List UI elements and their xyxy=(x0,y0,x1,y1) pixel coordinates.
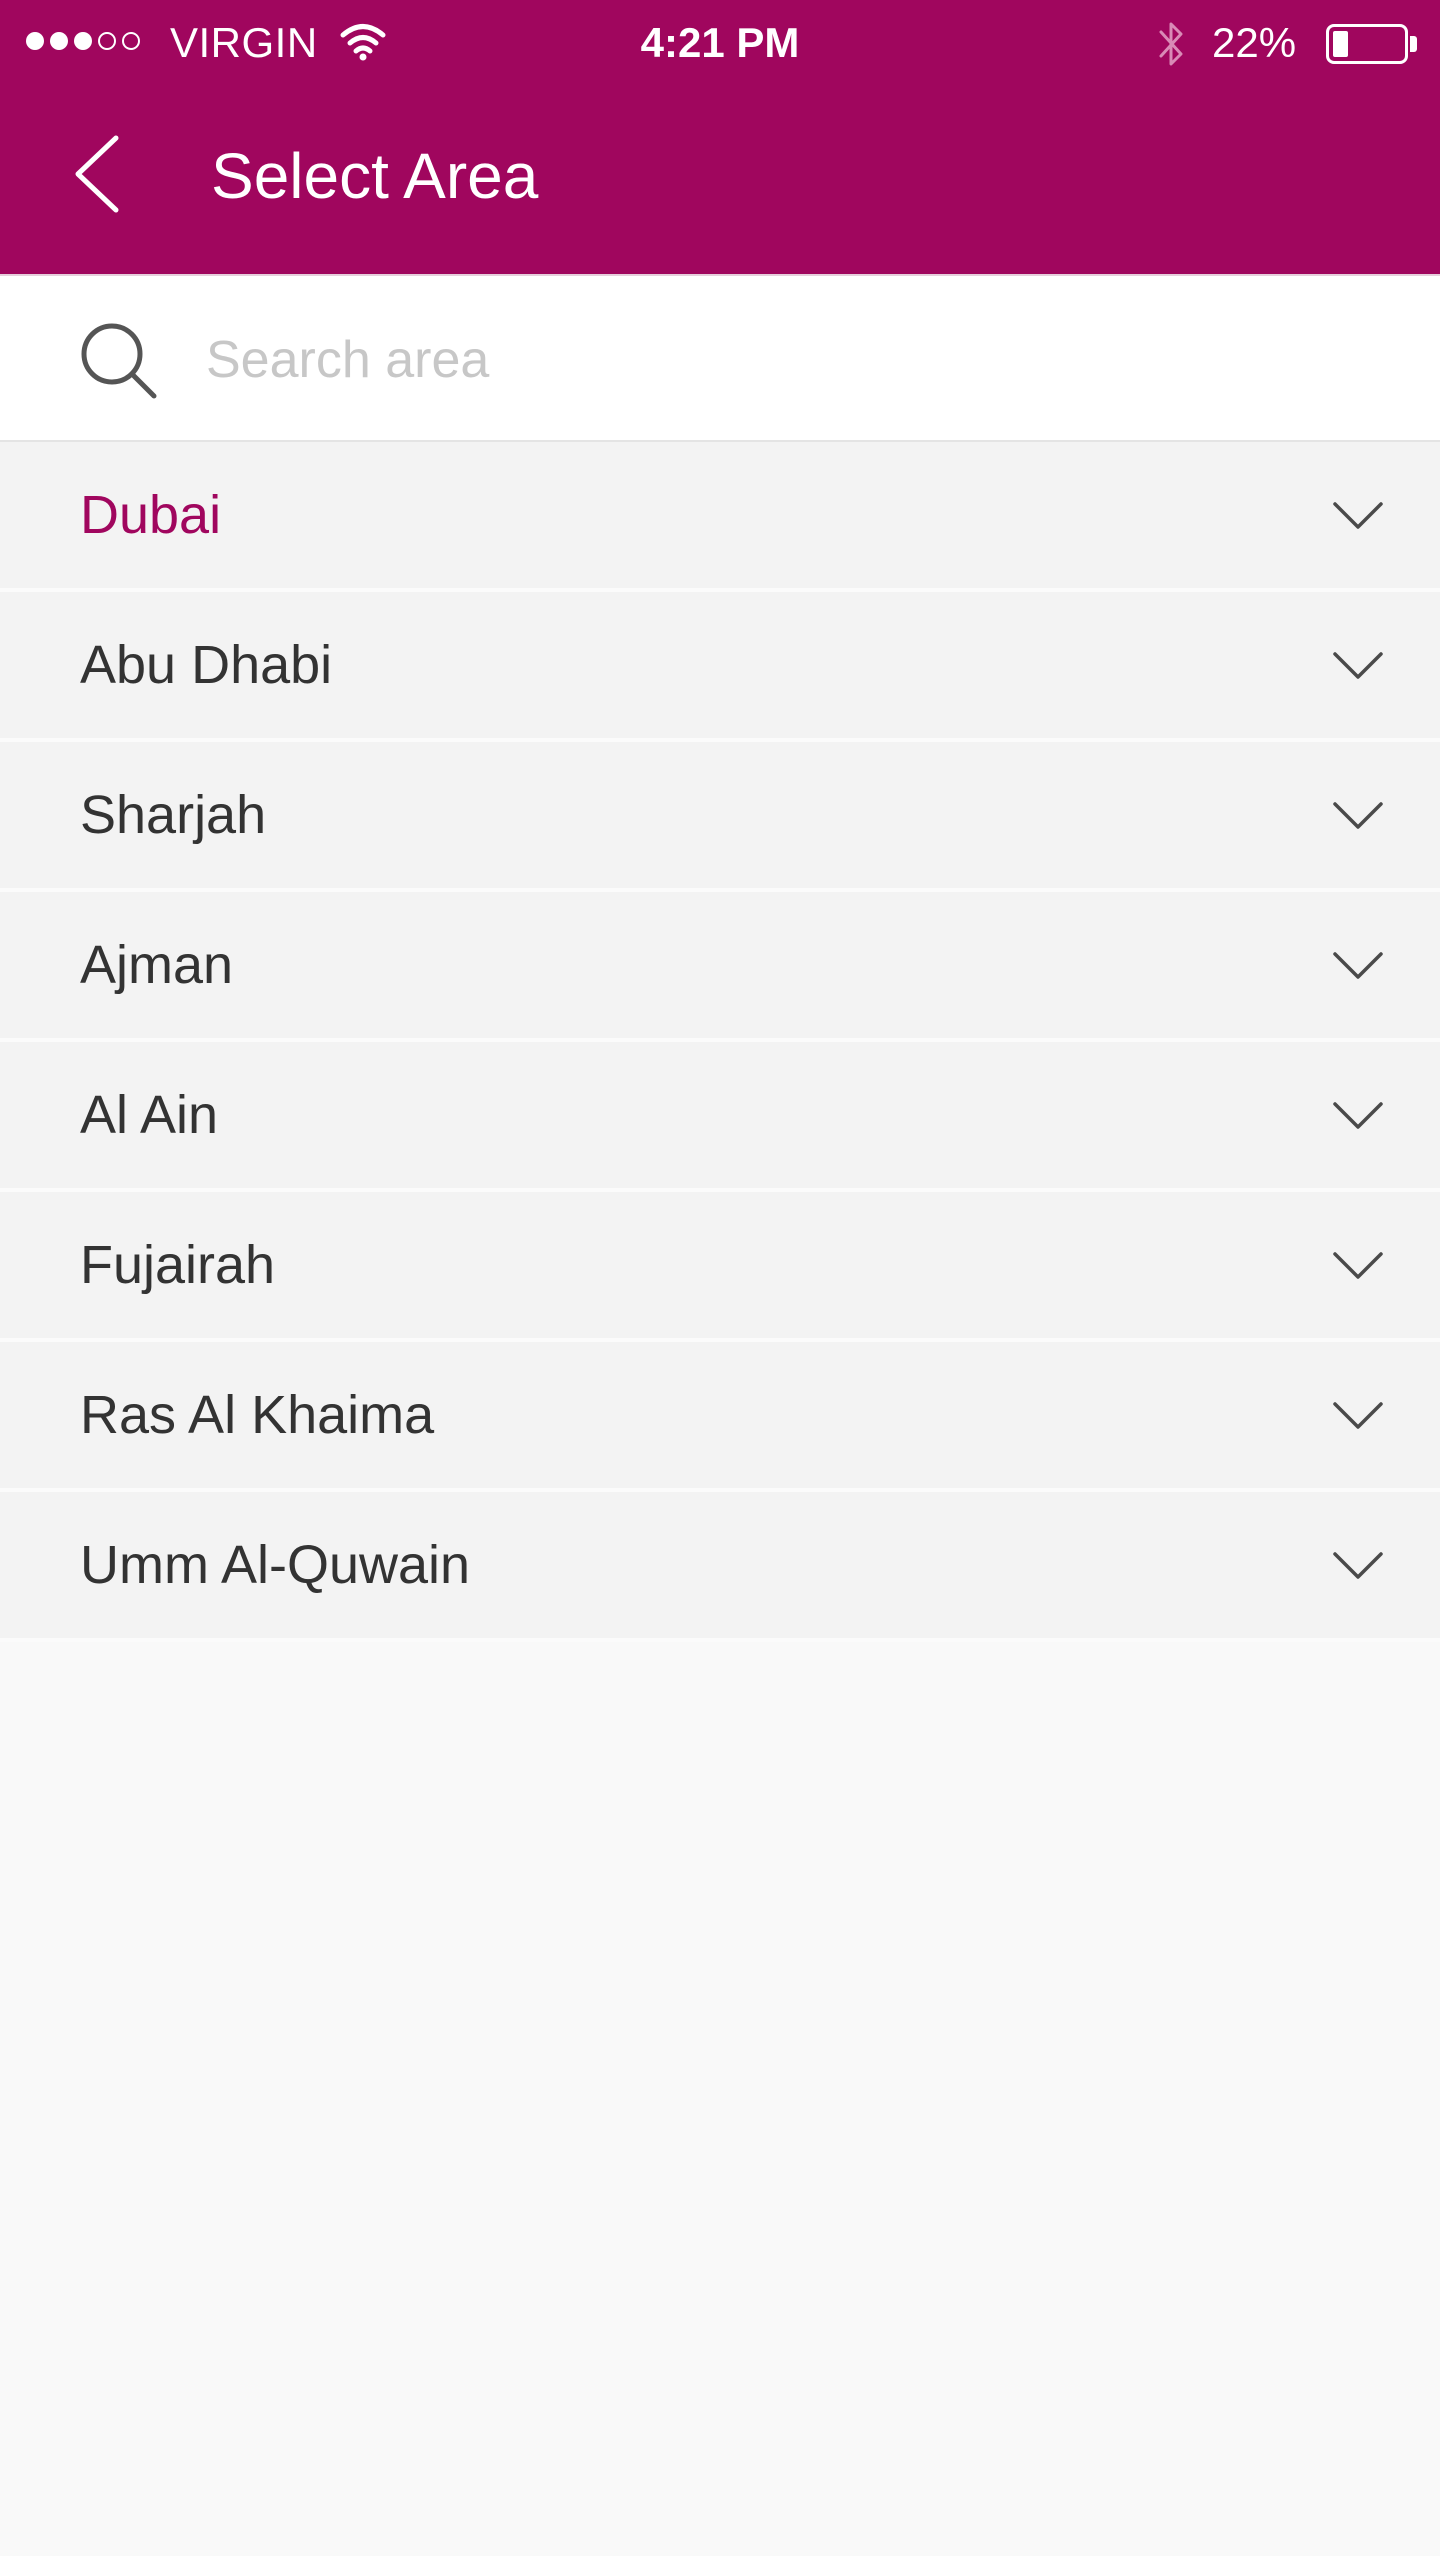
area-row-abu-dhabi[interactable]: Abu Dhabi xyxy=(0,592,1440,742)
area-label: Ajman xyxy=(80,935,234,995)
bluetooth-icon xyxy=(1159,22,1183,66)
chevron-down-icon[interactable] xyxy=(1330,492,1386,538)
area-label: Fujairah xyxy=(80,1235,276,1295)
area-label: Al Ain xyxy=(80,1085,219,1145)
app-header: VIRGIN 4:21 PM 22% Select Area xyxy=(0,0,1440,274)
area-label: Umm Al-Quwain xyxy=(80,1535,471,1595)
battery-tip xyxy=(1410,36,1417,52)
chevron-down-icon[interactable] xyxy=(1330,1542,1386,1588)
battery-icon xyxy=(1326,24,1408,64)
page-title: Select Area xyxy=(211,140,539,212)
area-list: Dubai Abu Dhabi Sharjah Ajman Al Ain Fujairah… xyxy=(0,442,1440,1642)
battery-percentage: 22% xyxy=(1212,19,1297,66)
search-bar xyxy=(0,274,1440,442)
area-label: Dubai xyxy=(80,485,222,545)
area-row-ajman[interactable]: Ajman xyxy=(0,892,1440,1042)
area-row-dubai[interactable]: Dubai xyxy=(0,442,1440,592)
area-label: Sharjah xyxy=(80,785,267,845)
battery-fill xyxy=(1333,31,1348,57)
area-row-ras-al-khaima[interactable]: Ras Al Khaima xyxy=(0,1342,1440,1492)
chevron-down-icon[interactable] xyxy=(1330,642,1386,688)
area-row-fujairah[interactable]: Fujairah xyxy=(0,1192,1440,1342)
status-bar: VIRGIN 4:21 PM 22% xyxy=(0,0,1440,86)
area-label: Ras Al Khaima xyxy=(80,1385,435,1445)
area-row-sharjah[interactable]: Sharjah xyxy=(0,742,1440,892)
search-input[interactable] xyxy=(206,316,1386,404)
area-row-umm-al-quwain[interactable]: Umm Al-Quwain xyxy=(0,1492,1440,1642)
area-label: Abu Dhabi xyxy=(80,635,333,695)
chevron-down-icon[interactable] xyxy=(1330,792,1386,838)
chevron-down-icon[interactable] xyxy=(1330,1392,1386,1438)
chevron-down-icon[interactable] xyxy=(1330,942,1386,988)
chevron-down-icon[interactable] xyxy=(1330,1242,1386,1288)
back-chevron-icon[interactable] xyxy=(60,126,130,222)
area-row-al-ain[interactable]: Al Ain xyxy=(0,1042,1440,1192)
chevron-down-icon[interactable] xyxy=(1330,1092,1386,1138)
search-icon xyxy=(81,323,157,399)
